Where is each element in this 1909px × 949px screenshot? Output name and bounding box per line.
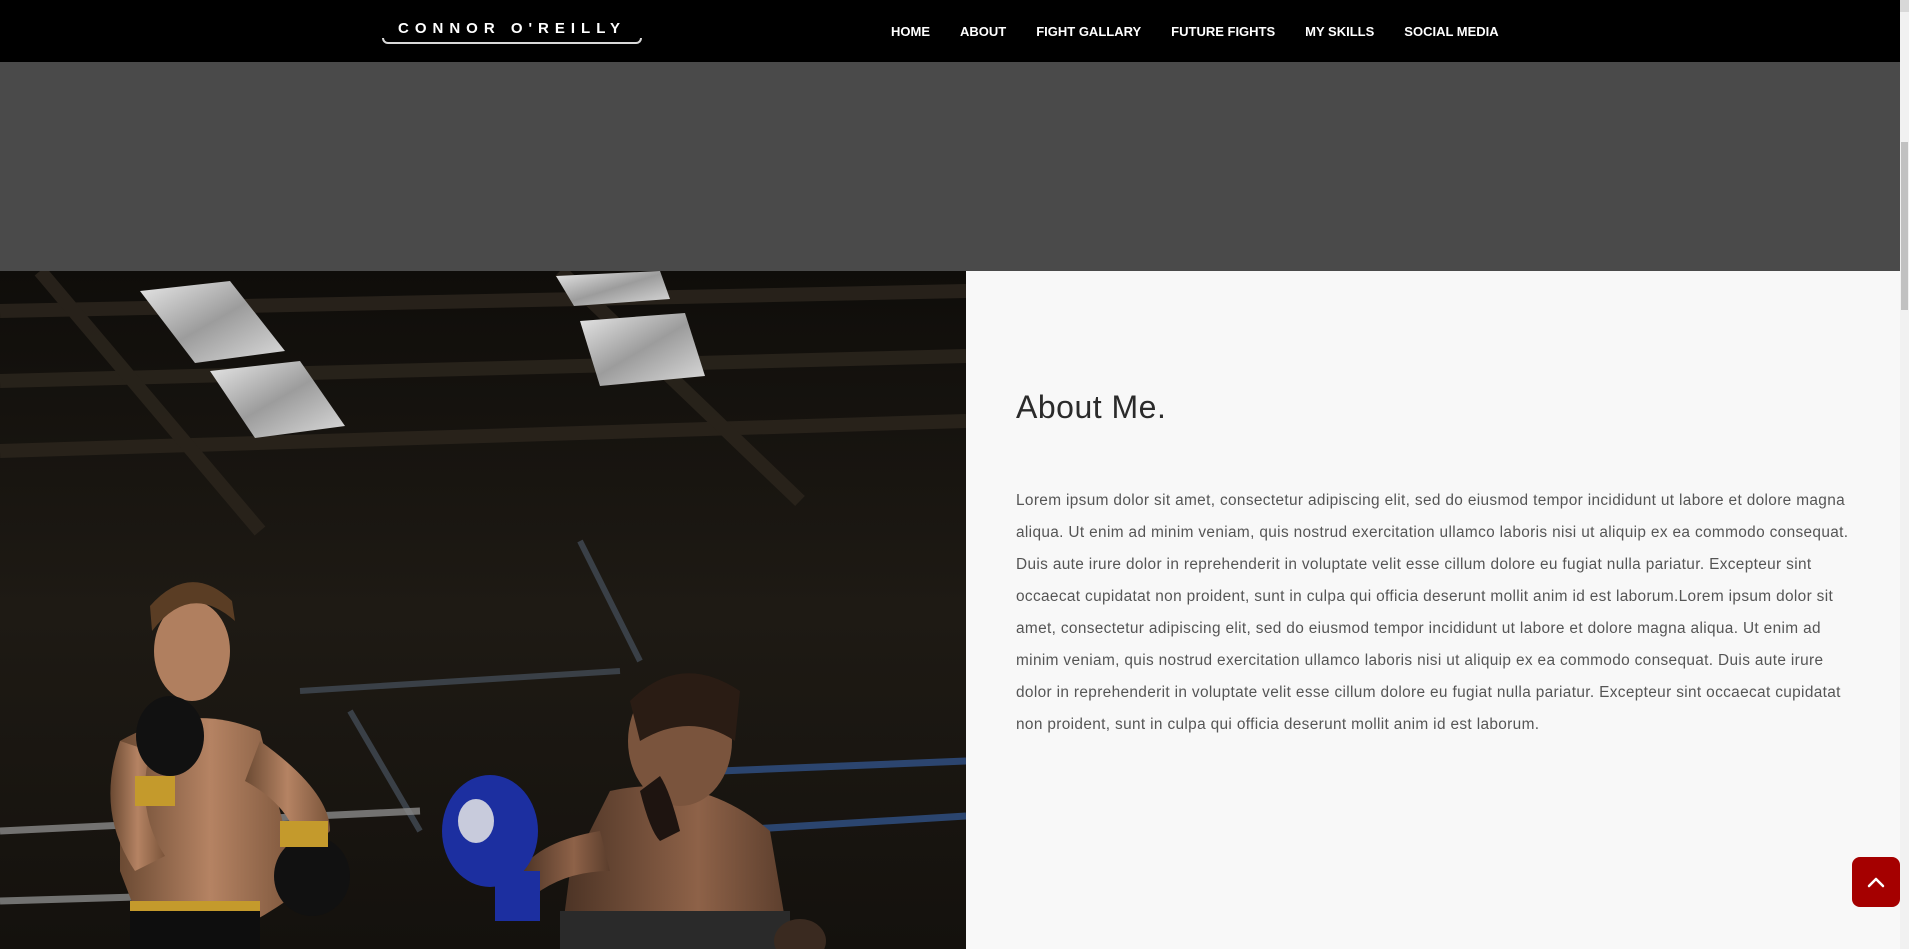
nav-item-home[interactable]: HOME	[891, 24, 930, 39]
scrollbar-arrow-up[interactable]	[1900, 0, 1909, 12]
about-section: About Me. Lorem ipsum dolor sit amet, co…	[966, 271, 1900, 949]
scrollbar[interactable]	[1900, 0, 1909, 949]
fight-photo	[0, 271, 966, 949]
brand-logo[interactable]: CONNOR O'REILLY	[382, 18, 642, 44]
navbar: CONNOR O'REILLY HOME ABOUT FIGHT GALLARY…	[0, 0, 1900, 62]
nav-menu: HOME ABOUT FIGHT GALLARY FUTURE FIGHTS M…	[891, 0, 1529, 62]
chevron-up-icon	[1867, 877, 1885, 888]
nav-item-my-skills[interactable]: MY SKILLS	[1305, 24, 1374, 39]
nav-item-future-fights[interactable]: FUTURE FIGHTS	[1171, 24, 1275, 39]
scrollbar-thumb[interactable]	[1901, 142, 1908, 310]
about-body: Lorem ipsum dolor sit amet, consectetur …	[1016, 492, 1849, 733]
back-to-top-button[interactable]	[1852, 857, 1900, 907]
nav-item-social-media[interactable]: SOCIAL MEDIA	[1404, 24, 1498, 39]
nav-item-fight-gallary[interactable]: FIGHT GALLARY	[1036, 24, 1141, 39]
brand-name: CONNOR O'REILLY	[397, 20, 627, 37]
nav-item-about[interactable]: ABOUT	[960, 24, 1006, 39]
page: CONNOR O'REILLY HOME ABOUT FIGHT GALLARY…	[0, 0, 1909, 949]
hero-band	[0, 62, 1900, 271]
brand-underline	[382, 38, 642, 44]
about-title: About Me.	[1016, 389, 1167, 425]
